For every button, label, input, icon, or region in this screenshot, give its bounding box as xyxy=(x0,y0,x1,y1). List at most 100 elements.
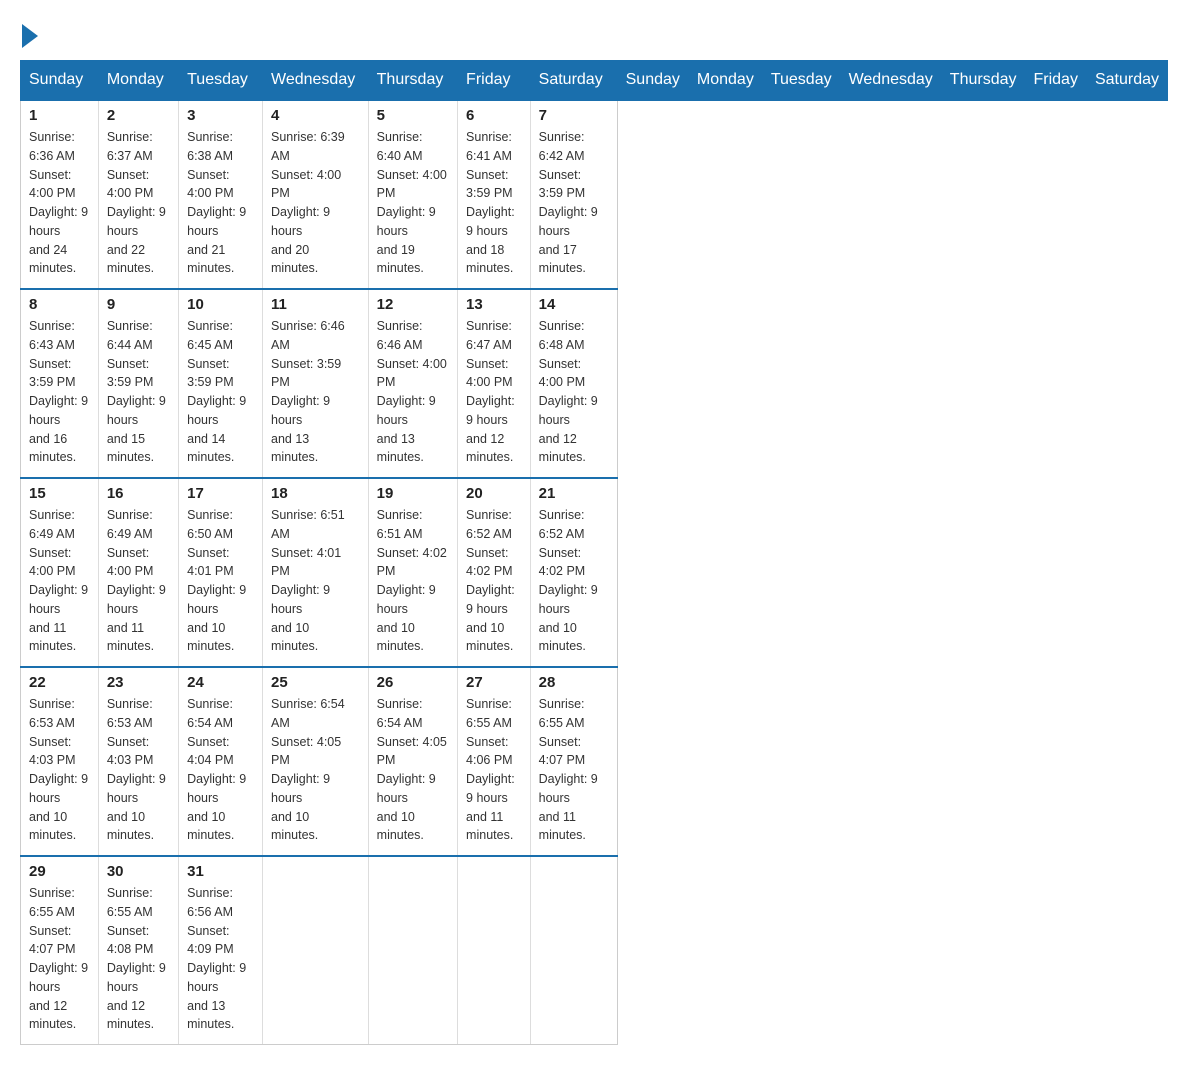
calendar-cell: 9 Sunrise: 6:44 AMSunset: 3:59 PMDaylight… xyxy=(98,289,178,478)
calendar-cell: 14Sunrise: 6:48 AMSunset: 4:00 PMDayligh… xyxy=(530,289,617,478)
day-info: Sunrise: 6:45 AMSunset: 3:59 PMDaylight:… xyxy=(187,317,254,467)
calendar-cell: 15Sunrise: 6:49 AMSunset: 4:00 PMDayligh… xyxy=(21,478,99,667)
day-info: Sunrise: 6:41 AMSunset: 3:59 PMDaylight:… xyxy=(466,128,522,278)
day-number: 8 xyxy=(29,296,90,313)
day-info: Sunrise: 6:40 AMSunset: 4:00 PMDaylight:… xyxy=(377,128,449,278)
calendar-cell: 17Sunrise: 6:50 AMSunset: 4:01 PMDayligh… xyxy=(179,478,263,667)
day-info: Sunrise: 6:46 AMSunset: 4:00 PMDaylight:… xyxy=(377,317,449,467)
day-number: 17 xyxy=(187,485,254,502)
day-info: Sunrise: 6:38 AMSunset: 4:00 PMDaylight:… xyxy=(187,128,254,278)
day-number: 29 xyxy=(29,863,90,880)
calendar-cell xyxy=(458,856,531,1045)
day-number: 16 xyxy=(107,485,170,502)
day-info: Sunrise: 6:49 AMSunset: 4:00 PMDaylight:… xyxy=(107,506,170,656)
day-number: 30 xyxy=(107,863,170,880)
calendar-cell: 20Sunrise: 6:52 AMSunset: 4:02 PMDayligh… xyxy=(458,478,531,667)
calendar-cell: 4 Sunrise: 6:39 AMSunset: 4:00 PMDaylight… xyxy=(263,100,369,289)
logo xyxy=(20,20,38,44)
calendar-cell: 10 Sunrise: 6:45 AMSunset: 3:59 PMDayligh… xyxy=(179,289,263,478)
day-info: Sunrise: 6:55 AMSunset: 4:08 PMDaylight:… xyxy=(107,884,170,1034)
calendar-cell: 26Sunrise: 6:54 AMSunset: 4:05 PMDayligh… xyxy=(368,667,457,856)
day-number: 24 xyxy=(187,674,254,691)
day-number: 5 xyxy=(377,107,449,124)
day-info: Sunrise: 6:54 AMSunset: 4:05 PMDaylight:… xyxy=(377,695,449,845)
day-number: 7 xyxy=(539,107,609,124)
calendar-cell xyxy=(263,856,369,1045)
day-info: Sunrise: 6:39 AMSunset: 4:00 PMDaylight:… xyxy=(271,128,360,278)
calendar-cell: 11 Sunrise: 6:46 AMSunset: 3:59 PMDayligh… xyxy=(263,289,369,478)
day-info: Sunrise: 6:56 AMSunset: 4:09 PMDaylight:… xyxy=(187,884,254,1034)
calendar-cell: 31 Sunrise: 6:56 AMSunset: 4:09 PMDayligh… xyxy=(179,856,263,1045)
day-number: 18 xyxy=(271,485,360,502)
calendar-cell: 24 Sunrise: 6:54 AMSunset: 4:04 PMDayligh… xyxy=(179,667,263,856)
day-info: Sunrise: 6:51 AMSunset: 4:02 PMDaylight:… xyxy=(377,506,449,656)
header-wednesday: Wednesday xyxy=(263,61,369,101)
calendar-cell: 3 Sunrise: 6:38 AMSunset: 4:00 PMDaylight… xyxy=(179,100,263,289)
day-number: 10 xyxy=(187,296,254,313)
day-number: 2 xyxy=(107,107,170,124)
header-monday: Monday xyxy=(688,61,762,101)
calendar-cell: 22 Sunrise: 6:53 AMSunset: 4:03 PMDayligh… xyxy=(21,667,99,856)
calendar-cell: 28Sunrise: 6:55 AMSunset: 4:07 PMDayligh… xyxy=(530,667,617,856)
day-info: Sunrise: 6:55 AMSunset: 4:07 PMDaylight:… xyxy=(539,695,609,845)
day-number: 1 xyxy=(29,107,90,124)
header-saturday: Saturday xyxy=(530,61,617,101)
week-row-4: 22 Sunrise: 6:53 AMSunset: 4:03 PMDayligh… xyxy=(21,667,1168,856)
day-number: 4 xyxy=(271,107,360,124)
calendar-cell: 18 Sunrise: 6:51 AMSunset: 4:01 PMDayligh… xyxy=(263,478,369,667)
day-number: 3 xyxy=(187,107,254,124)
day-number: 23 xyxy=(107,674,170,691)
week-row-1: 1 Sunrise: 6:36 AMSunset: 4:00 PMDaylight… xyxy=(21,100,1168,289)
day-number: 31 xyxy=(187,863,254,880)
day-number: 22 xyxy=(29,674,90,691)
calendar-cell: 5 Sunrise: 6:40 AMSunset: 4:00 PMDaylight… xyxy=(368,100,457,289)
day-number: 20 xyxy=(466,485,522,502)
day-info: Sunrise: 6:55 AMSunset: 4:07 PMDaylight:… xyxy=(29,884,90,1034)
calendar-cell: 29 Sunrise: 6:55 AMSunset: 4:07 PMDayligh… xyxy=(21,856,99,1045)
calendar-cell: 19 Sunrise: 6:51 AMSunset: 4:02 PMDayligh… xyxy=(368,478,457,667)
day-number: 25 xyxy=(271,674,360,691)
calendar-cell: 23 Sunrise: 6:53 AMSunset: 4:03 PMDayligh… xyxy=(98,667,178,856)
calendar-cell: 6 Sunrise: 6:41 AMSunset: 3:59 PMDaylight… xyxy=(458,100,531,289)
calendar-cell: 16 Sunrise: 6:49 AMSunset: 4:00 PMDayligh… xyxy=(98,478,178,667)
calendar-cell: 7Sunrise: 6:42 AMSunset: 3:59 PMDaylight… xyxy=(530,100,617,289)
day-info: Sunrise: 6:55 AMSunset: 4:06 PMDaylight:… xyxy=(466,695,522,845)
day-info: Sunrise: 6:54 AMSunset: 4:04 PMDaylight:… xyxy=(187,695,254,845)
header-thursday: Thursday xyxy=(941,61,1025,101)
day-info: Sunrise: 6:52 AMSunset: 4:02 PMDaylight:… xyxy=(539,506,609,656)
day-number: 13 xyxy=(466,296,522,313)
day-info: Sunrise: 6:53 AMSunset: 4:03 PMDaylight:… xyxy=(107,695,170,845)
calendar-cell xyxy=(368,856,457,1045)
day-number: 9 xyxy=(107,296,170,313)
calendar-cell: 13Sunrise: 6:47 AMSunset: 4:00 PMDayligh… xyxy=(458,289,531,478)
header-friday: Friday xyxy=(1025,61,1086,101)
day-number: 27 xyxy=(466,674,522,691)
day-number: 19 xyxy=(377,485,449,502)
calendar-cell: 25 Sunrise: 6:54 AMSunset: 4:05 PMDayligh… xyxy=(263,667,369,856)
day-info: Sunrise: 6:53 AMSunset: 4:03 PMDaylight:… xyxy=(29,695,90,845)
day-info: Sunrise: 6:44 AMSunset: 3:59 PMDaylight:… xyxy=(107,317,170,467)
day-number: 6 xyxy=(466,107,522,124)
day-info: Sunrise: 6:36 AMSunset: 4:00 PMDaylight:… xyxy=(29,128,90,278)
calendar-cell: 21Sunrise: 6:52 AMSunset: 4:02 PMDayligh… xyxy=(530,478,617,667)
header-wednesday: Wednesday xyxy=(840,61,941,101)
day-info: Sunrise: 6:51 AMSunset: 4:01 PMDaylight:… xyxy=(271,506,360,656)
day-number: 12 xyxy=(377,296,449,313)
header-friday: Friday xyxy=(458,61,531,101)
header-monday: Monday xyxy=(98,61,178,101)
header-tuesday: Tuesday xyxy=(762,61,840,101)
header-sunday: Sunday xyxy=(21,61,99,101)
day-info: Sunrise: 6:54 AMSunset: 4:05 PMDaylight:… xyxy=(271,695,360,845)
week-row-3: 15Sunrise: 6:49 AMSunset: 4:00 PMDayligh… xyxy=(21,478,1168,667)
calendar-cell: 12 Sunrise: 6:46 AMSunset: 4:00 PMDayligh… xyxy=(368,289,457,478)
page-header xyxy=(20,20,1168,44)
header-tuesday: Tuesday xyxy=(179,61,263,101)
day-info: Sunrise: 6:46 AMSunset: 3:59 PMDaylight:… xyxy=(271,317,360,467)
calendar-cell: 27 Sunrise: 6:55 AMSunset: 4:06 PMDayligh… xyxy=(458,667,531,856)
calendar-cell: 2 Sunrise: 6:37 AMSunset: 4:00 PMDaylight… xyxy=(98,100,178,289)
day-info: Sunrise: 6:37 AMSunset: 4:00 PMDaylight:… xyxy=(107,128,170,278)
day-number: 11 xyxy=(271,296,360,313)
header-thursday: Thursday xyxy=(368,61,457,101)
calendar-cell xyxy=(530,856,617,1045)
calendar-table: SundayMondayTuesdayWednesdayThursdayFrid… xyxy=(20,60,1168,1045)
